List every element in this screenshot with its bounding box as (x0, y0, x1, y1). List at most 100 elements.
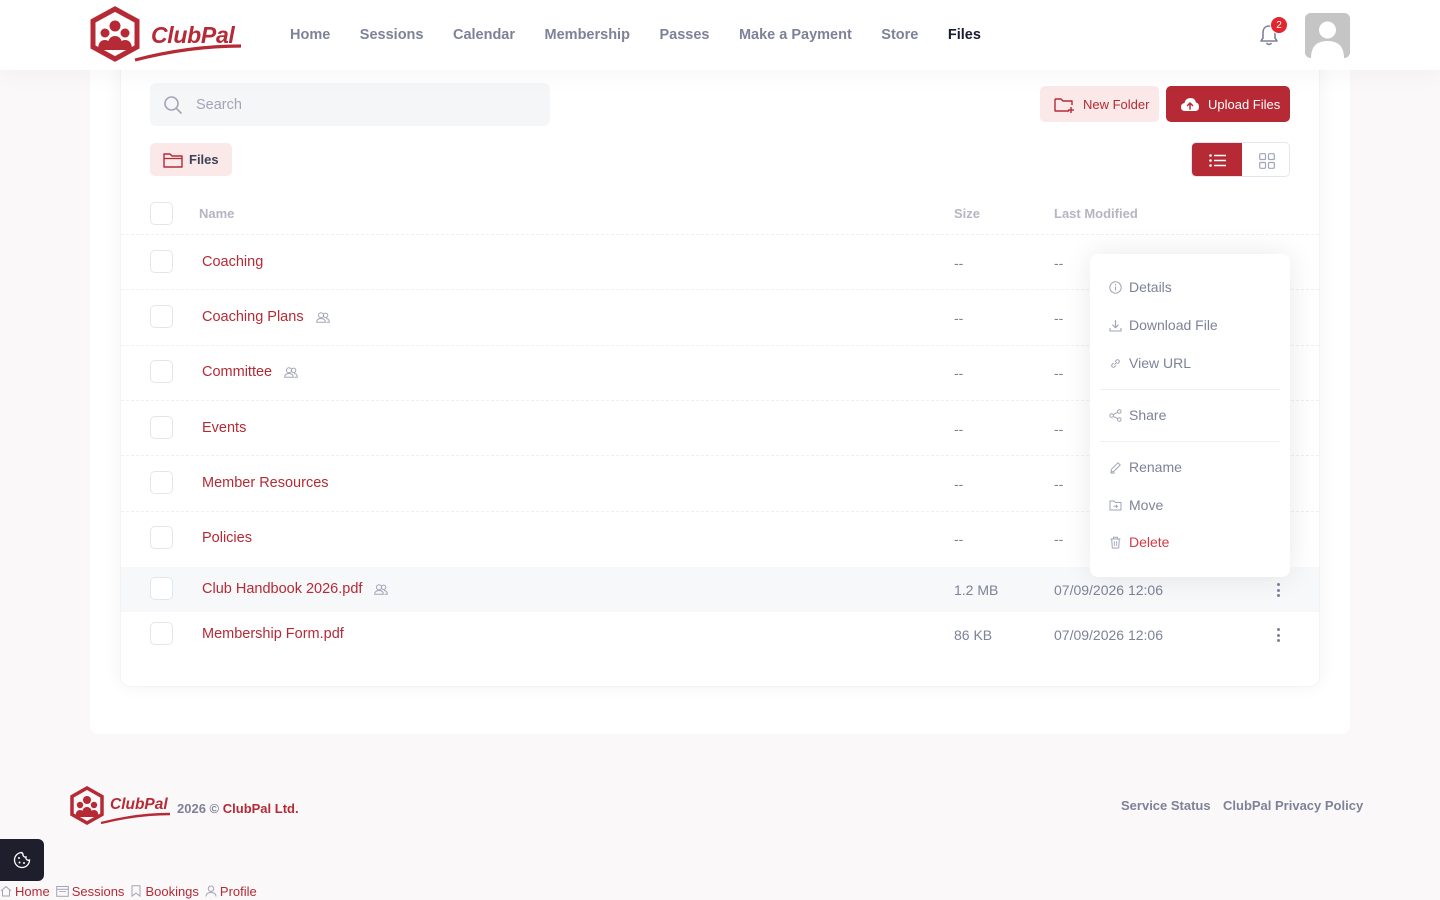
upload-files-button[interactable]: Upload Files (1166, 86, 1290, 122)
bottom-nav-profile[interactable]: Profile (205, 884, 257, 899)
file-size: -- (954, 365, 964, 381)
bottom-nav-label: Home (15, 883, 50, 899)
file-name-link[interactable]: Committee (202, 364, 298, 380)
menu-item-move[interactable]: Move (1109, 497, 1163, 513)
nav-passes[interactable]: Passes (659, 27, 709, 43)
nav-sessions[interactable]: Sessions (360, 27, 424, 43)
logo-text: ClubPal (151, 22, 235, 48)
company-link[interactable]: ClubPal Ltd. (223, 801, 299, 816)
menu-item-download-file[interactable]: Download File (1109, 317, 1218, 333)
file-name: Member Resources (202, 475, 329, 491)
file-size: -- (954, 310, 964, 326)
menu-separator (1100, 441, 1280, 442)
bottom-nav-label: Profile (219, 883, 257, 899)
nav-make-a-payment[interactable]: Make a Payment (739, 27, 852, 43)
file-name-link[interactable]: Member Resources (202, 475, 329, 491)
search-input[interactable] (196, 83, 536, 126)
row-actions-kebab-icon[interactable] (1270, 626, 1286, 644)
view-toggle (1191, 142, 1290, 177)
bottom-nav-home[interactable]: Home (0, 884, 50, 899)
file-name: Policies (202, 530, 252, 546)
info-icon (1109, 280, 1122, 294)
row-actions-kebab-icon[interactable] (1270, 581, 1286, 599)
bookmark-icon (131, 885, 141, 897)
grid-view-button[interactable] (1242, 143, 1289, 176)
new-folder-button[interactable]: New Folder (1040, 86, 1159, 122)
select-all-checkbox[interactable] (150, 202, 173, 225)
privacy-policy-link[interactable]: ClubPal Privacy Policy (1223, 798, 1363, 813)
file-size: -- (954, 255, 964, 271)
file-name: Coaching (202, 254, 264, 270)
row-checkbox[interactable] (150, 416, 173, 439)
share-icon (1109, 408, 1122, 422)
file-name: Coaching Plans (202, 309, 304, 325)
menu-item-view-url[interactable]: View URL (1109, 355, 1191, 371)
file-size: -- (954, 421, 964, 437)
column-header-last-modified[interactable]: Last Modified (1054, 206, 1138, 221)
user-avatar-icon (1305, 13, 1350, 58)
row-checkbox[interactable] (150, 360, 173, 383)
file-name-link[interactable]: Coaching Plans (202, 309, 330, 325)
cookie-settings-button[interactable] (0, 839, 44, 881)
breadcrumb-label: Files (189, 152, 219, 167)
column-header-size[interactable]: Size (954, 206, 980, 221)
download-icon (1109, 319, 1122, 332)
notification-badge: 2 (1270, 16, 1288, 34)
bottom-nav-sessions[interactable]: Sessions (55, 884, 124, 899)
top-header: ClubPal Home Sessions Calendar Membershi… (0, 0, 1440, 70)
row-checkbox[interactable] (150, 526, 173, 549)
menu-item-share[interactable]: Share (1109, 407, 1166, 423)
breadcrumb[interactable]: Files (150, 143, 232, 176)
file-modified: -- (1054, 421, 1064, 437)
shared-users-icon (315, 311, 330, 323)
row-checkbox[interactable] (150, 471, 173, 494)
search-box (150, 83, 550, 126)
file-size: -- (954, 531, 964, 547)
menu-item-details[interactable]: Details (1109, 279, 1172, 295)
folder-plus-icon (1054, 97, 1074, 113)
file-size: -- (954, 476, 964, 492)
home-icon (0, 885, 12, 897)
list-view-button[interactable] (1192, 143, 1242, 176)
grid-icon (1258, 152, 1275, 169)
file-name-link[interactable]: Policies (202, 530, 252, 546)
main-nav: Home Sessions Calendar Membership Passes… (290, 0, 1010, 70)
footer-logo[interactable]: ClubPal (69, 785, 173, 826)
row-checkbox[interactable] (150, 250, 173, 273)
file-name-link[interactable]: Club Handbook 2026.pdf (202, 581, 389, 597)
file-name: Membership Form.pdf (202, 626, 344, 642)
move-icon (1109, 500, 1122, 510)
avatar[interactable] (1305, 13, 1350, 58)
menu-item-label: Share (1129, 407, 1167, 423)
file-name: Committee (202, 364, 273, 380)
file-name-link[interactable]: Coaching (202, 254, 263, 270)
nav-home[interactable]: Home (290, 27, 330, 43)
nav-files[interactable]: Files (948, 27, 981, 43)
row-checkbox[interactable] (150, 577, 173, 600)
file-name-link[interactable]: Events (202, 420, 246, 436)
clubpal-logo[interactable]: ClubPal (89, 6, 245, 64)
menu-item-rename[interactable]: Rename (1109, 459, 1182, 475)
bottom-nav-label: Bookings (145, 883, 199, 899)
row-checkbox[interactable] (150, 622, 173, 645)
file-name: Events (202, 420, 247, 436)
menu-item-label: Download File (1129, 317, 1218, 333)
file-name: Club Handbook 2026.pdf (202, 581, 363, 597)
list-icon (1208, 154, 1226, 167)
trash-icon (1110, 536, 1121, 548)
menu-item-label: View URL (1129, 355, 1191, 371)
file-name-link[interactable]: Membership Form.pdf (202, 626, 344, 642)
nav-calendar[interactable]: Calendar (453, 27, 515, 43)
file-modified: -- (1054, 255, 1064, 271)
row-checkbox[interactable] (150, 305, 173, 328)
service-status-link[interactable]: Service Status (1121, 798, 1211, 813)
menu-item-delete[interactable]: Delete (1109, 534, 1169, 550)
new-folder-label: New Folder (1083, 96, 1150, 112)
nav-store[interactable]: Store (881, 27, 918, 43)
nav-membership[interactable]: Membership (545, 27, 630, 43)
bottom-nav-bookings[interactable]: Bookings (130, 883, 199, 899)
upload-files-label: Upload Files (1208, 96, 1281, 112)
menu-item-label: Details (1129, 279, 1172, 295)
column-header-name[interactable]: Name (199, 206, 234, 221)
search-icon (164, 96, 182, 114)
